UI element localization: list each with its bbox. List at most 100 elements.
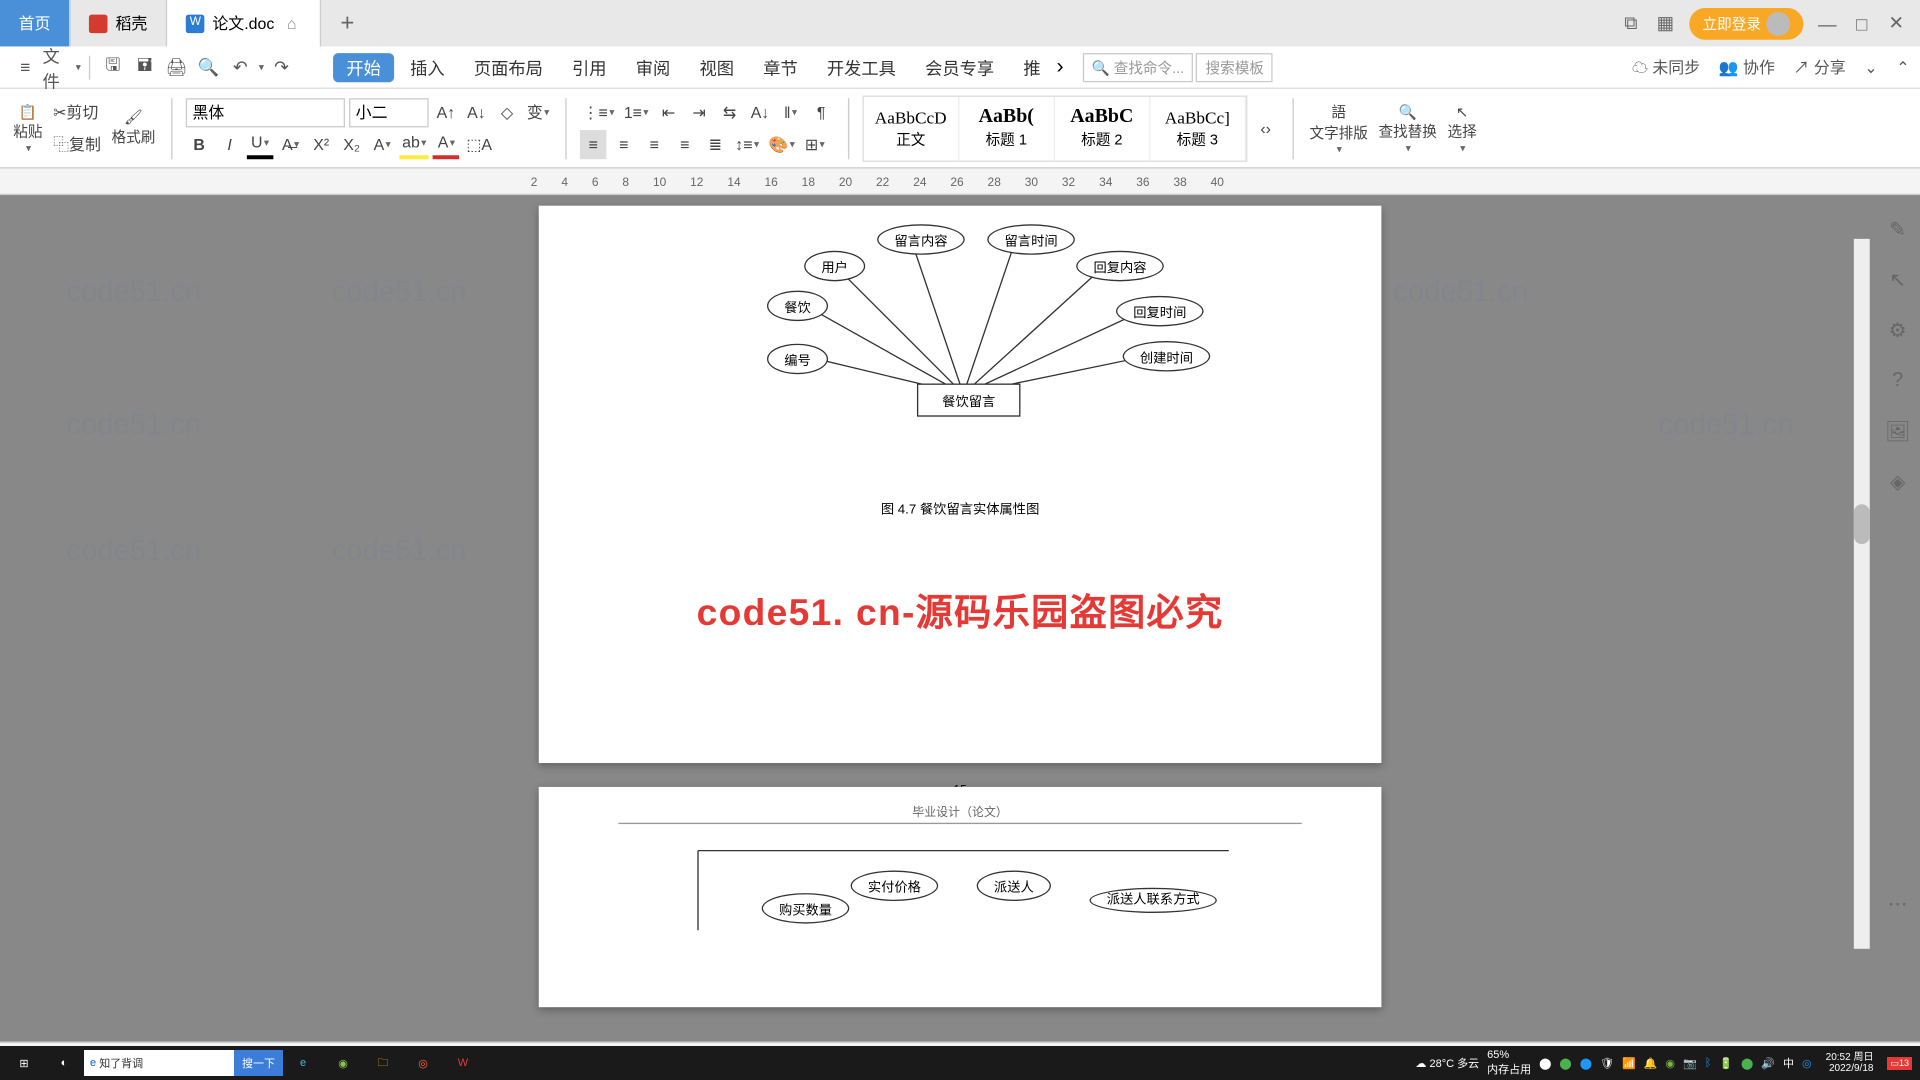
copy-button[interactable]: ⿻ 复制 — [50, 129, 103, 158]
grow-font-icon[interactable]: A↑ — [433, 98, 460, 127]
menu-tab-chapter[interactable]: 章节 — [750, 46, 811, 88]
asian-layout-icon[interactable]: ⇆ — [716, 98, 743, 127]
browser-icon[interactable]: ◉ — [323, 1046, 363, 1080]
superscript-button[interactable]: X² — [308, 129, 335, 158]
char-border-icon[interactable]: ⬚A — [464, 129, 495, 158]
tray-icon[interactable]: ⬤ — [1580, 1057, 1592, 1070]
tab-add[interactable]: + — [321, 0, 374, 46]
battery-icon[interactable]: 🔋 — [1719, 1057, 1733, 1070]
line-height-icon[interactable]: ↕≡▾ — [733, 129, 762, 158]
menu-tab-review[interactable]: 审阅 — [622, 46, 683, 88]
tab-home[interactable]: 首页 — [0, 0, 70, 46]
style-normal[interactable]: AaBbCcD正文 — [864, 96, 960, 160]
save-icon[interactable]: 🖫 — [98, 52, 127, 81]
menu-tab-vip[interactable]: 会员专享 — [912, 46, 1008, 88]
align-justify-icon[interactable]: ≡ — [672, 129, 699, 158]
grid-icon[interactable]: ▦ — [1655, 12, 1676, 35]
close-icon[interactable]: ⌂ — [282, 14, 301, 33]
numbering-icon[interactable]: 1≡▾ — [621, 98, 651, 127]
search-command[interactable]: 🔍 查找命令... — [1082, 52, 1193, 81]
select-button[interactable]: ↖选择▾ — [1445, 96, 1480, 160]
pen-icon[interactable]: ✎ — [1884, 218, 1911, 245]
tray-icon[interactable]: 📷 — [1683, 1057, 1697, 1070]
tray-icon[interactable]: ◎ — [1802, 1057, 1812, 1070]
increase-indent-icon[interactable]: ⇥ — [686, 98, 713, 127]
bullets-icon[interactable]: ⋮≡▾ — [580, 98, 617, 127]
text-layout-button[interactable]: 語文字排版▾ — [1307, 96, 1371, 160]
style-gallery[interactable]: AaBbCcD正文 AaBb(标题 1 AaBbC标题 2 AaBbCc]标题 … — [862, 95, 1247, 161]
subscript-button[interactable]: X₂ — [338, 129, 365, 158]
style-h2[interactable]: AaBbC标题 2 — [1055, 96, 1151, 160]
format-painter-button[interactable]: 🖌格式刷 — [109, 96, 158, 160]
tray-icon[interactable]: ⬤ — [1741, 1057, 1753, 1070]
style-h3[interactable]: AaBbCc]标题 3 — [1150, 96, 1246, 160]
cut-button[interactable]: ✂ 剪切 — [50, 98, 101, 127]
app-icon[interactable]: ◎ — [403, 1046, 443, 1080]
wps-icon[interactable]: W — [443, 1046, 483, 1080]
chevron-down-icon[interactable]: ⌄ — [1864, 58, 1877, 77]
bluetooth-icon[interactable]: ᛒ — [1705, 1057, 1712, 1069]
search-go-button[interactable]: 搜一下 — [234, 1050, 283, 1076]
document-area[interactable]: 留言内容 留言时间 用户 回复内容 餐饮 回复时间 编号 创建时间 餐饮留言 图… — [0, 195, 1920, 1042]
distribute-icon[interactable]: ≣ — [702, 129, 729, 158]
diamond-icon[interactable]: ◈ — [1884, 470, 1911, 497]
memory-widget[interactable]: 65%内存占用 — [1487, 1049, 1531, 1077]
sort-icon[interactable]: A↓ — [747, 98, 774, 127]
sync-status[interactable]: ☁ 未同步 — [1632, 56, 1700, 79]
tray-icon[interactable]: ⬤ — [1559, 1057, 1571, 1070]
text-effects-icon[interactable]: A▾ — [369, 129, 396, 158]
align-right-icon[interactable]: ≡ — [641, 129, 668, 158]
clock[interactable]: 20:52 周日2022/9/18 — [1820, 1052, 1880, 1074]
font-name-input[interactable] — [186, 98, 345, 127]
file-menu[interactable]: 文件 — [42, 52, 71, 81]
paste-button[interactable]: 📋粘贴▾ — [11, 96, 46, 160]
search-template[interactable]: 搜索模板 — [1196, 52, 1273, 81]
ruler[interactable]: 246810121416182022242628303234363840 — [0, 169, 1920, 196]
cursor-icon[interactable]: ↖ — [1884, 268, 1911, 295]
borders-icon[interactable]: ⊞▾ — [802, 129, 829, 158]
align-left-icon[interactable]: ≡ — [580, 129, 607, 158]
phonetic-icon[interactable]: 变▾ — [524, 98, 552, 127]
help-icon[interactable]: ? — [1884, 369, 1911, 396]
tray-icon[interactable]: ⬤ — [1539, 1057, 1551, 1070]
strike-button[interactable]: A̶▾ — [277, 129, 304, 158]
clear-format-icon[interactable]: ◇ — [494, 98, 521, 127]
font-size-input[interactable] — [349, 98, 429, 127]
line-spacing-icon[interactable]: ‖▾ — [777, 98, 804, 127]
undo-icon[interactable]: ↶ — [226, 52, 255, 81]
shading-icon[interactable]: 🎨▾ — [766, 129, 798, 158]
minimize-button[interactable]: — — [1817, 13, 1838, 34]
share-button[interactable]: ↗ 分享 — [1793, 56, 1845, 79]
redo-icon[interactable]: ↷ — [267, 52, 296, 81]
start-button[interactable]: ⊞ — [4, 1046, 44, 1080]
font-color-button[interactable]: A▾ — [433, 129, 460, 158]
layout-icon[interactable]: ⧉ — [1620, 12, 1641, 35]
wifi-icon[interactable]: 📶 — [1622, 1057, 1636, 1070]
menu-tab-start[interactable]: 开始 — [333, 52, 394, 81]
volume-icon[interactable]: 🔊 — [1761, 1057, 1775, 1070]
italic-button[interactable]: I — [216, 129, 243, 158]
show-marks-icon[interactable]: ¶ — [808, 98, 835, 127]
nvidia-icon[interactable]: ◉ — [1665, 1057, 1675, 1070]
explorer-icon[interactable]: 🗀 — [363, 1046, 403, 1080]
save-as-icon[interactable]: 🖬 — [130, 52, 159, 81]
collapse-ribbon-icon[interactable]: ⌃ — [1896, 58, 1909, 77]
underline-button[interactable]: U▾ — [247, 129, 274, 158]
bold-button[interactable]: B — [186, 129, 213, 158]
scroll-thumb[interactable] — [1854, 504, 1870, 544]
menu-tab-insert[interactable]: 插入 — [397, 46, 458, 88]
image-tool-icon[interactable]: 🖼 — [1884, 419, 1911, 446]
menu-tab-layout[interactable]: 页面布局 — [461, 46, 557, 88]
tab-document[interactable]: 论文.doc⌂ — [167, 0, 321, 46]
chevron-right-icon[interactable]: › — [1057, 55, 1064, 79]
tray-icon[interactable]: 🛡 — [1600, 1057, 1614, 1070]
copilot-icon[interactable]: ◐ — [44, 1046, 84, 1080]
settings-icon[interactable]: ⚙ — [1884, 318, 1911, 345]
print-icon[interactable]: 🖨 — [162, 52, 191, 81]
login-button[interactable]: 立即登录 — [1689, 7, 1803, 39]
weather-widget[interactable]: ☁ 28°C 多云 — [1415, 1055, 1479, 1071]
align-center-icon[interactable]: ≡ — [611, 129, 638, 158]
decrease-indent-icon[interactable]: ⇤ — [655, 98, 682, 127]
style-more-icon[interactable]: ‹› — [1252, 113, 1279, 142]
taskbar-search[interactable]: e 知了背调 — [84, 1050, 234, 1076]
